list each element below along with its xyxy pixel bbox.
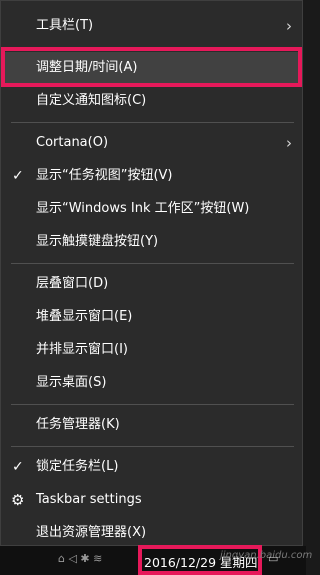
menu-separator <box>11 122 294 123</box>
menu-item-label: 显示“任务视图”按钮(V) <box>36 168 173 183</box>
menu-item-show-task-view-button[interactable]: ✓ 显示“任务视图”按钮(V) <box>1 160 302 192</box>
menu-item-show-desktop[interactable]: 显示桌面(S) <box>1 367 302 399</box>
menu-item-label: 层叠窗口(D) <box>36 276 109 291</box>
menu-separator <box>11 446 294 447</box>
chevron-right-icon: › <box>286 17 292 35</box>
system-tray-icons: ⌂ ◁ ✱ ≋ <box>58 552 103 565</box>
menu-item-label: 任务管理器(K) <box>36 417 120 432</box>
chevron-right-icon: › <box>286 134 292 152</box>
menu-item-lock-taskbar[interactable]: ✓ 锁定任务栏(L) <box>1 451 302 483</box>
menu-item-cascade-windows[interactable]: 层叠窗口(D) <box>1 268 302 300</box>
menu-item-label: 显示触摸键盘按钮(Y) <box>36 234 159 249</box>
menu-item-taskbar-settings[interactable]: ⚙ Taskbar settings <box>1 484 302 516</box>
menu-item-stack-windows[interactable]: 堆叠显示窗口(E) <box>1 301 302 333</box>
checkmark-icon: ✓ <box>12 168 24 184</box>
menu-item-label: 退出资源管理器(X) <box>36 525 147 540</box>
menu-item-label: 工具栏(T) <box>36 18 94 33</box>
menu-item-label: 显示“Windows Ink 工作区”按钮(W) <box>36 201 250 216</box>
menu-item-label: Cortana(O) <box>36 135 109 150</box>
menu-item-label: 自定义通知图标(C) <box>36 93 147 108</box>
menu-item-toolbars[interactable]: 工具栏(T) › <box>1 10 302 42</box>
notification-icon[interactable]: ▭ <box>268 552 278 565</box>
taskbar-context-menu: 工具栏(T) › 调整日期/时间(A) 自定义通知图标(C) Cortana(O… <box>0 0 303 546</box>
menu-separator <box>11 404 294 405</box>
gear-icon: ⚙ <box>11 491 25 509</box>
menu-item-label: 显示桌面(S) <box>36 375 107 390</box>
menu-separator <box>11 263 294 264</box>
checkmark-icon: ✓ <box>12 459 24 475</box>
menu-item-show-touch-keyboard-button[interactable]: 显示触摸键盘按钮(Y) <box>1 226 302 258</box>
menu-item-side-by-side-windows[interactable]: 并排显示窗口(I) <box>1 334 302 366</box>
menu-item-label: 堆叠显示窗口(E) <box>36 309 133 324</box>
menu-item-cortana[interactable]: Cortana(O) › <box>1 127 302 159</box>
menu-item-label: 并排显示窗口(I) <box>36 342 128 357</box>
menu-item-adjust-date-time[interactable]: 调整日期/时间(A) <box>1 52 302 84</box>
menu-item-label: 锁定任务栏(L) <box>36 459 119 474</box>
menu-item-customize-notification-icons[interactable]: 自定义通知图标(C) <box>1 85 302 117</box>
menu-item-task-manager[interactable]: 任务管理器(K) <box>1 409 302 441</box>
menu-item-label: Taskbar settings <box>36 492 142 507</box>
watermark: jingyan.baidu.com <box>220 550 313 561</box>
menu-item-show-windows-ink-button[interactable]: 显示“Windows Ink 工作区”按钮(W) <box>1 193 302 225</box>
menu-item-label: 调整日期/时间(A) <box>36 60 138 75</box>
